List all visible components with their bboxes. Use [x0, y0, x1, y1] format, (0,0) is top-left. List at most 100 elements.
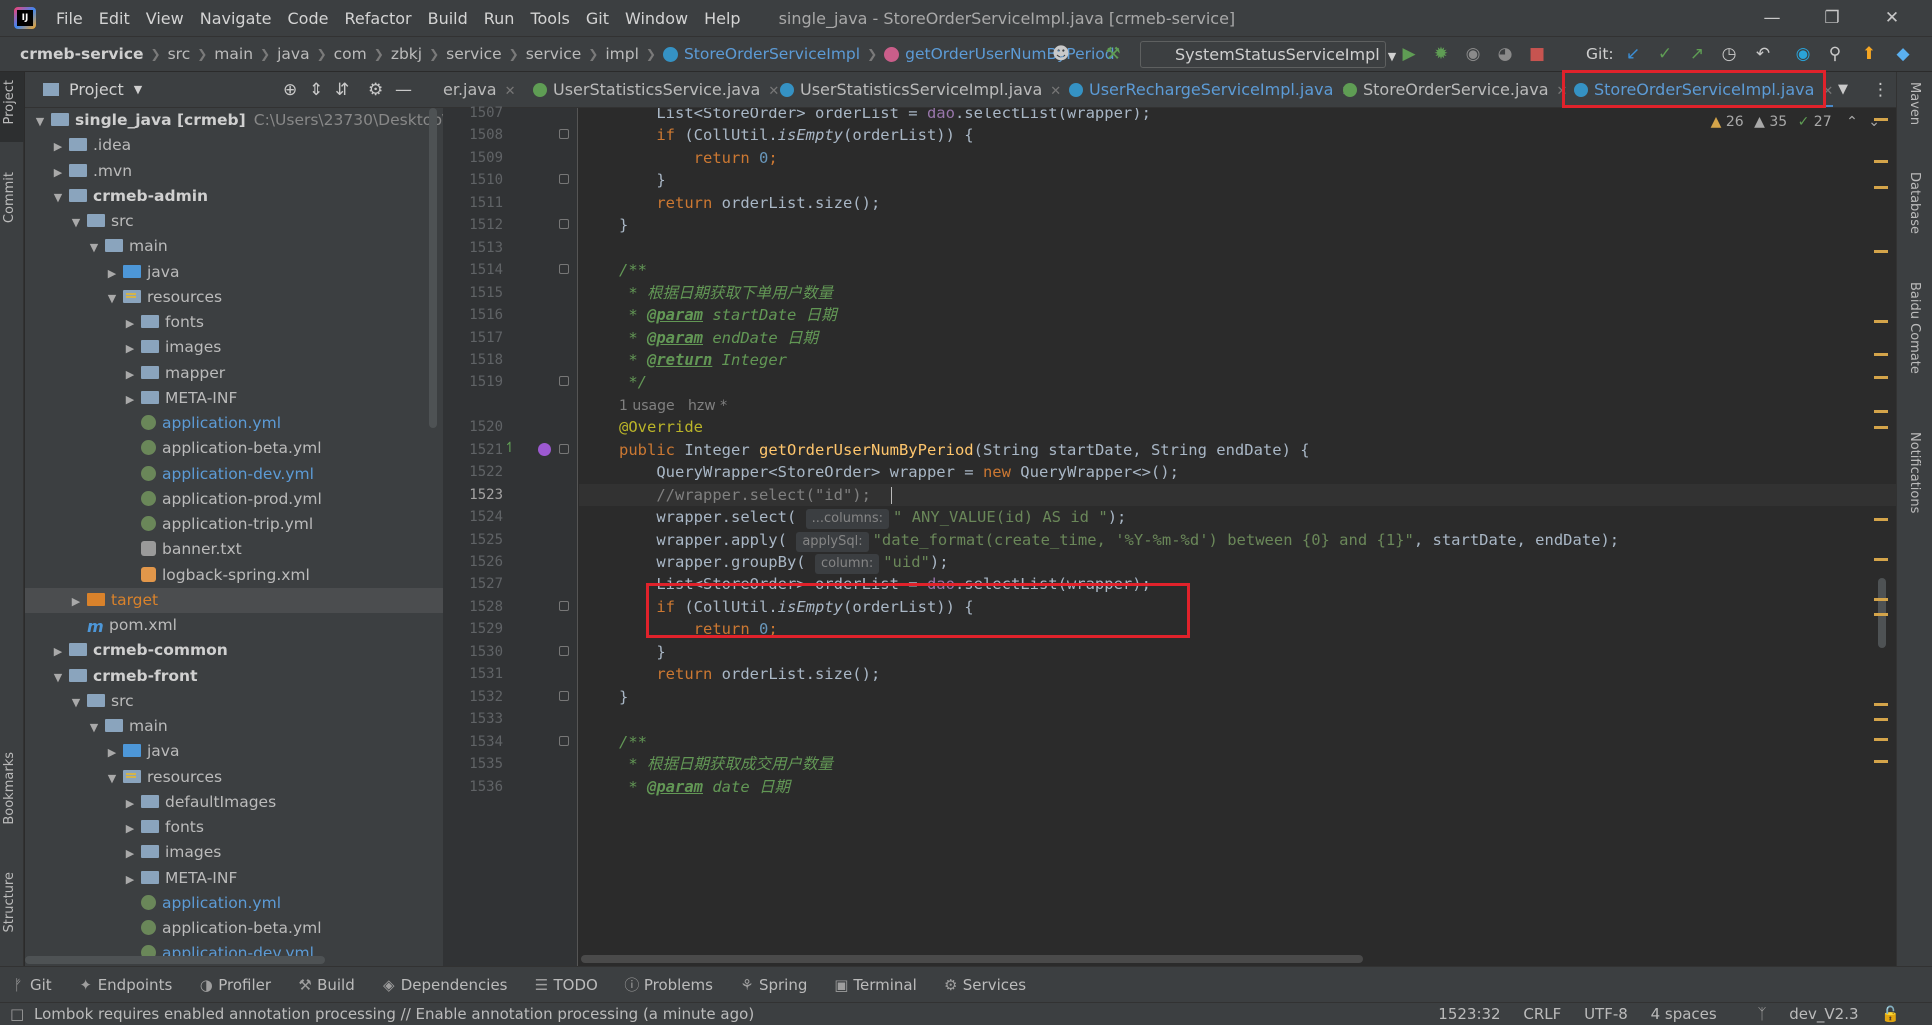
menu-git[interactable]: Git — [578, 9, 617, 28]
line-number[interactable]: 1536 — [443, 776, 503, 798]
code-line[interactable]: /** — [579, 731, 647, 753]
chevron-down-icon[interactable]: ▼ — [105, 766, 119, 791]
chevron-right-icon[interactable]: ▶ — [51, 160, 65, 185]
fold-marker-icon[interactable] — [559, 645, 569, 656]
project-tool-button[interactable]: Project — [2, 80, 17, 124]
line-number[interactable]: 1515 — [443, 282, 503, 304]
tree-item[interactable]: ▼ main — [25, 234, 443, 259]
database-tool-button[interactable]: Database — [1907, 172, 1922, 234]
close-tab-icon[interactable]: ✕ — [1050, 84, 1061, 99]
tool-dependencies[interactable]: ◈ Dependencies — [381, 976, 508, 994]
tool-services[interactable]: ⚙ Services — [943, 976, 1026, 994]
chevron-right-icon[interactable]: ▶ — [69, 589, 83, 614]
chevron-right-icon[interactable]: ▶ — [123, 311, 137, 336]
tree-item[interactable]: ▶ java — [25, 260, 443, 285]
scroll-marker[interactable] — [1874, 558, 1888, 561]
menu-code[interactable]: Code — [280, 9, 337, 28]
menu-view[interactable]: View — [138, 9, 192, 28]
code-line[interactable]: wrapper.apply( applySql: "date_format(cre… — [579, 529, 1619, 552]
tool-git[interactable]: ᚠ Git — [10, 976, 51, 994]
menu-window[interactable]: Window — [617, 9, 696, 28]
tree-item[interactable]: ▶ java — [25, 739, 443, 764]
tree-horizontal-scrollbar[interactable] — [25, 956, 325, 964]
code-line[interactable]: } — [579, 641, 665, 663]
scroll-marker[interactable] — [1874, 703, 1888, 706]
project-view-select[interactable]: Project — [69, 80, 124, 99]
tree-item[interactable]: ▶ target — [25, 587, 443, 614]
scroll-marker[interactable] — [1874, 160, 1888, 163]
line-number[interactable]: 1523 — [443, 484, 503, 506]
chevron-down-icon[interactable]: ▼ — [51, 185, 65, 210]
scroll-marker[interactable] — [1874, 598, 1888, 601]
chevron-right-icon[interactable]: ▶ — [123, 336, 137, 361]
line-number[interactable]: 1509 — [443, 147, 503, 169]
tree-item[interactable]: ▼ crmeb-admin — [25, 184, 443, 209]
menu-build[interactable]: Build — [420, 9, 476, 28]
tree-item[interactable]: ▶ fonts — [25, 310, 443, 335]
lock-icon[interactable]: 🔓 — [1881, 1005, 1900, 1023]
close-window-icon[interactable]: ✕ — [1862, 0, 1922, 36]
run-icon[interactable]: ▶ — [1396, 44, 1422, 64]
line-separator[interactable]: CRLF — [1523, 1005, 1561, 1023]
tree-item[interactable]: ▶ fonts — [25, 815, 443, 840]
code-line[interactable]: if (CollUtil.isEmpty(orderList)) { — [579, 124, 973, 146]
scroll-marker[interactable] — [1874, 410, 1888, 413]
tool-spring[interactable]: ⚘ Spring — [739, 976, 807, 994]
tool-problems[interactable]: ⓘ Problems — [624, 974, 713, 995]
code-line[interactable]: return orderList.size(); — [579, 663, 880, 685]
line-number[interactable]: 1524 — [443, 506, 503, 528]
bookmarks-tool-button[interactable]: Bookmarks — [2, 752, 17, 825]
fold-marker-icon[interactable] — [559, 264, 569, 275]
code-line[interactable]: * 根据日期获取下单用户数量 — [579, 282, 833, 304]
maven-tool-button[interactable]: Maven — [1907, 82, 1922, 125]
fold-marker-icon[interactable] — [559, 735, 569, 746]
scroll-marker[interactable] — [1874, 376, 1888, 379]
scroll-marker[interactable] — [1874, 118, 1888, 121]
close-tab-icon[interactable]: ✕ — [768, 84, 779, 99]
scroll-marker[interactable] — [1874, 426, 1888, 429]
comate-icon[interactable]: ◉ — [1790, 44, 1816, 64]
line-number[interactable]: 1534 — [443, 731, 503, 753]
breadcrumb-item[interactable]: service — [526, 45, 582, 63]
fold-marker-icon[interactable] — [559, 376, 569, 387]
tree-item[interactable]: ▶ defaultImages — [25, 790, 443, 815]
profile-icon[interactable]: ◕ — [1492, 44, 1518, 64]
line-number[interactable]: 1522 — [443, 461, 503, 483]
status-message[interactable]: Lombok requires enabled annotation proce… — [34, 1003, 754, 1025]
search-icon[interactable]: ⚲ — [1822, 44, 1848, 64]
code-line[interactable] — [579, 708, 619, 730]
tree-item[interactable]: application.yml — [25, 891, 443, 916]
scroll-marker[interactable] — [1874, 353, 1888, 356]
line-number[interactable]: 1511 — [443, 192, 503, 214]
usage-hint[interactable]: 1 usage — [619, 398, 688, 414]
comate-tool-button[interactable]: Baidu Comate — [1907, 282, 1922, 374]
code-line[interactable]: } — [579, 686, 628, 708]
history-icon[interactable]: ◷ — [1716, 44, 1742, 64]
chevron-down-icon[interactable]: ▼ — [105, 286, 119, 311]
code-line[interactable]: * @param startDate 日期 — [579, 304, 836, 326]
chevron-right-icon[interactable]: ▶ — [105, 740, 119, 765]
tree-item[interactable]: ▶ images — [25, 840, 443, 865]
menu-navigate[interactable]: Navigate — [192, 9, 280, 28]
tool-endpoints[interactable]: ✦ Endpoints — [78, 976, 172, 994]
line-number[interactable]: 1517 — [443, 327, 503, 349]
chevron-right-icon[interactable]: ▶ — [123, 867, 137, 892]
horizontal-scrollbar[interactable] — [581, 955, 1363, 963]
scroll-marker[interactable] — [1874, 613, 1888, 616]
tree-vertical-scrollbar[interactable] — [429, 108, 437, 428]
coverage-icon[interactable]: ◉ — [1460, 44, 1486, 64]
breadcrumb-item[interactable]: zbkj — [391, 45, 422, 63]
tree-item[interactable]: ▶ .idea — [25, 133, 443, 158]
code-line[interactable]: } — [579, 169, 665, 191]
code-line[interactable] — [579, 237, 619, 259]
gear-icon[interactable]: ⚙ — [368, 80, 383, 100]
tree-item[interactable]: ▼ src — [25, 689, 443, 714]
fold-marker-icon[interactable] — [559, 690, 569, 701]
tree-item[interactable]: ▼ single_java [crmeb] C:\Users\23730\Deskt… — [25, 108, 443, 133]
build-hammer-icon[interactable]: ⚒ — [1100, 44, 1126, 64]
menu-run[interactable]: Run — [476, 9, 523, 28]
chevron-right-icon[interactable]: ▶ — [123, 362, 137, 387]
git-commit-icon[interactable]: ✓ — [1652, 44, 1678, 64]
tree-item[interactable]: logback-spring.xml — [25, 563, 443, 588]
scroll-marker[interactable] — [1874, 320, 1888, 323]
